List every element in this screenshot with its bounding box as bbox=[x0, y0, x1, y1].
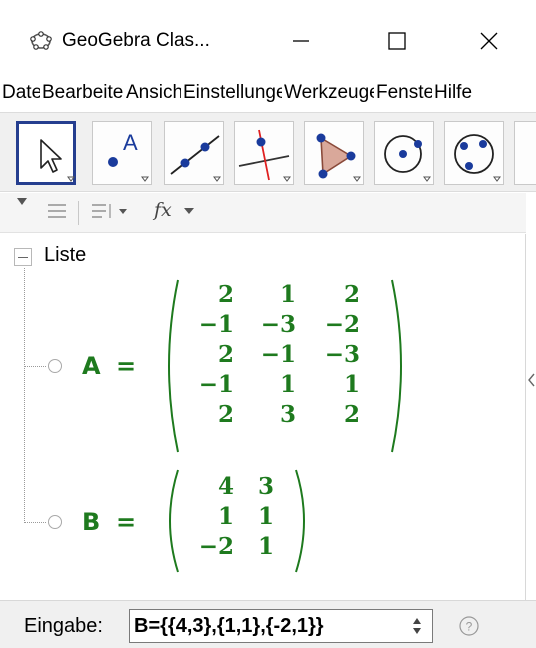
help-icon[interactable]: ? bbox=[458, 615, 480, 637]
matrix-b: 4 3 1 1 −2 1 bbox=[190, 472, 274, 562]
matrix-a-row: −1 1 1 bbox=[190, 370, 360, 400]
line-through-points-icon bbox=[170, 135, 221, 182]
sort-order-icon[interactable] bbox=[90, 201, 130, 223]
equals-sign-a: = bbox=[116, 352, 137, 380]
tree-branch-a bbox=[24, 366, 46, 367]
sort-lines-icon[interactable] bbox=[46, 201, 68, 223]
collapse-list-toggle[interactable] bbox=[14, 248, 32, 266]
collapse-triangle-icon[interactable] bbox=[16, 197, 28, 207]
toolbar: A bbox=[0, 112, 536, 192]
matrix-cell: −1 bbox=[198, 311, 234, 338]
perpendicular-line-icon bbox=[238, 129, 291, 182]
left-paren-b bbox=[169, 469, 179, 573]
menu-item-ansicht[interactable]: Ansicht bbox=[124, 82, 181, 104]
input-label: Eingabe: bbox=[24, 615, 103, 637]
window-title: GeoGebra Clas... bbox=[62, 30, 210, 51]
matrix-a-row: 2 1 2 bbox=[190, 280, 360, 310]
matrix-cell: 3 bbox=[279, 401, 296, 428]
menu-item-datei[interactable]: Datei bbox=[0, 82, 40, 104]
visibility-toggle-a[interactable] bbox=[48, 359, 62, 373]
matrix-cell: 2 bbox=[217, 341, 234, 368]
help-glyph: ? bbox=[466, 620, 473, 634]
minimize-icon bbox=[293, 40, 309, 42]
menu-item-bearbeiten[interactable]: Bearbeiten bbox=[40, 82, 124, 104]
matrix-cell: 2 bbox=[343, 401, 360, 428]
menu-item-werkzeuge[interactable]: Werkzeuge bbox=[282, 82, 374, 104]
matrix-cell: 2 bbox=[343, 281, 360, 308]
visibility-toggle-b[interactable] bbox=[48, 515, 62, 529]
svg-text:A: A bbox=[123, 130, 138, 155]
left-paren-a bbox=[168, 279, 179, 453]
menu-item-einstellungen[interactable]: Einstellungen bbox=[181, 82, 282, 104]
more-tools-button[interactable] bbox=[514, 121, 536, 185]
polygon-icon bbox=[316, 133, 361, 182]
matrix-cell: −1 bbox=[260, 341, 296, 368]
matrix-cell: 1 bbox=[343, 371, 360, 398]
matrix-cell: −3 bbox=[324, 341, 360, 368]
matrix-cell: 1 bbox=[257, 503, 274, 530]
close-icon bbox=[480, 32, 498, 50]
move-tool-button[interactable] bbox=[16, 121, 76, 185]
equals-sign-b: = bbox=[116, 508, 137, 536]
menu-item-fenster[interactable]: Fenster bbox=[374, 82, 432, 104]
command-input-field[interactable]: B={{4,3},{1,1},{-2,1}} bbox=[129, 609, 433, 643]
tree-branch-b bbox=[24, 522, 46, 523]
matrix-cell: 3 bbox=[257, 473, 274, 500]
perpendicular-tool-button[interactable] bbox=[234, 121, 294, 185]
polygon-tool-button[interactable] bbox=[304, 121, 364, 185]
matrix-cell: 2 bbox=[217, 401, 234, 428]
geogebra-logo-icon bbox=[30, 31, 52, 50]
list-group-label: Liste bbox=[44, 244, 87, 266]
matrix-a-row: 2 3 2 bbox=[190, 400, 360, 430]
matrix-cell: −2 bbox=[324, 311, 360, 338]
point-icon: A bbox=[108, 130, 149, 182]
matrix-b-row: −2 1 bbox=[190, 532, 274, 562]
circle-center-point-icon bbox=[384, 135, 431, 182]
algebra-view: Liste A = 2 1 2 −1 −3 −2 2 −1 −3 −1 1 1 … bbox=[0, 234, 526, 600]
algebra-header: fx bbox=[0, 193, 526, 233]
menu-bar: Datei Bearbeiten Ansicht Einstellungen W… bbox=[0, 74, 536, 112]
chevron-down-icon[interactable] bbox=[183, 207, 195, 217]
matrix-cell: 1 bbox=[279, 371, 296, 398]
expand-panel-arrow-icon[interactable] bbox=[526, 370, 536, 390]
input-bar: Eingabe: B={{4,3},{1,1},{-2,1}} ? bbox=[0, 600, 536, 648]
circle-tool-button[interactable] bbox=[374, 121, 434, 185]
matrix-a: 2 1 2 −1 −3 −2 2 −1 −3 −1 1 1 2 3 2 bbox=[190, 280, 360, 430]
point-tool-button[interactable]: A bbox=[92, 121, 152, 185]
tree-connector bbox=[24, 268, 25, 523]
matrix-name-a: A bbox=[82, 352, 101, 380]
matrix-cell: −1 bbox=[198, 371, 234, 398]
matrix-a-row: 2 −1 −3 bbox=[190, 340, 360, 370]
history-spinner-icon[interactable] bbox=[411, 615, 423, 637]
matrix-cell: −2 bbox=[198, 533, 234, 560]
right-paren-a bbox=[391, 279, 402, 453]
maximize-button[interactable] bbox=[374, 18, 420, 64]
circle-three-points-tool-button[interactable] bbox=[444, 121, 504, 185]
matrix-cell: 1 bbox=[257, 533, 274, 560]
fx-label[interactable]: fx bbox=[154, 199, 172, 221]
matrix-b-row: 1 1 bbox=[190, 502, 274, 532]
matrix-a-row: −1 −3 −2 bbox=[190, 310, 360, 340]
maximize-icon bbox=[388, 32, 406, 50]
minimize-button[interactable] bbox=[278, 18, 324, 64]
matrix-cell: 1 bbox=[217, 503, 234, 530]
right-paren-b bbox=[295, 469, 305, 573]
circle-three-points-icon bbox=[454, 134, 501, 182]
header-divider bbox=[78, 201, 79, 225]
matrix-name-b: B bbox=[82, 508, 101, 536]
matrix-cell: 2 bbox=[217, 281, 234, 308]
line-tool-button[interactable] bbox=[164, 121, 224, 185]
matrix-b-row: 4 3 bbox=[190, 472, 274, 502]
title-bar: GeoGebra Clas... bbox=[0, 0, 536, 74]
matrix-cell: 4 bbox=[217, 473, 234, 500]
arrow-cursor-icon bbox=[40, 139, 75, 182]
matrix-cell: 1 bbox=[279, 281, 296, 308]
menu-item-hilfe[interactable]: Hilfe bbox=[432, 82, 472, 104]
close-button[interactable] bbox=[466, 18, 512, 64]
matrix-cell: −3 bbox=[260, 311, 296, 338]
